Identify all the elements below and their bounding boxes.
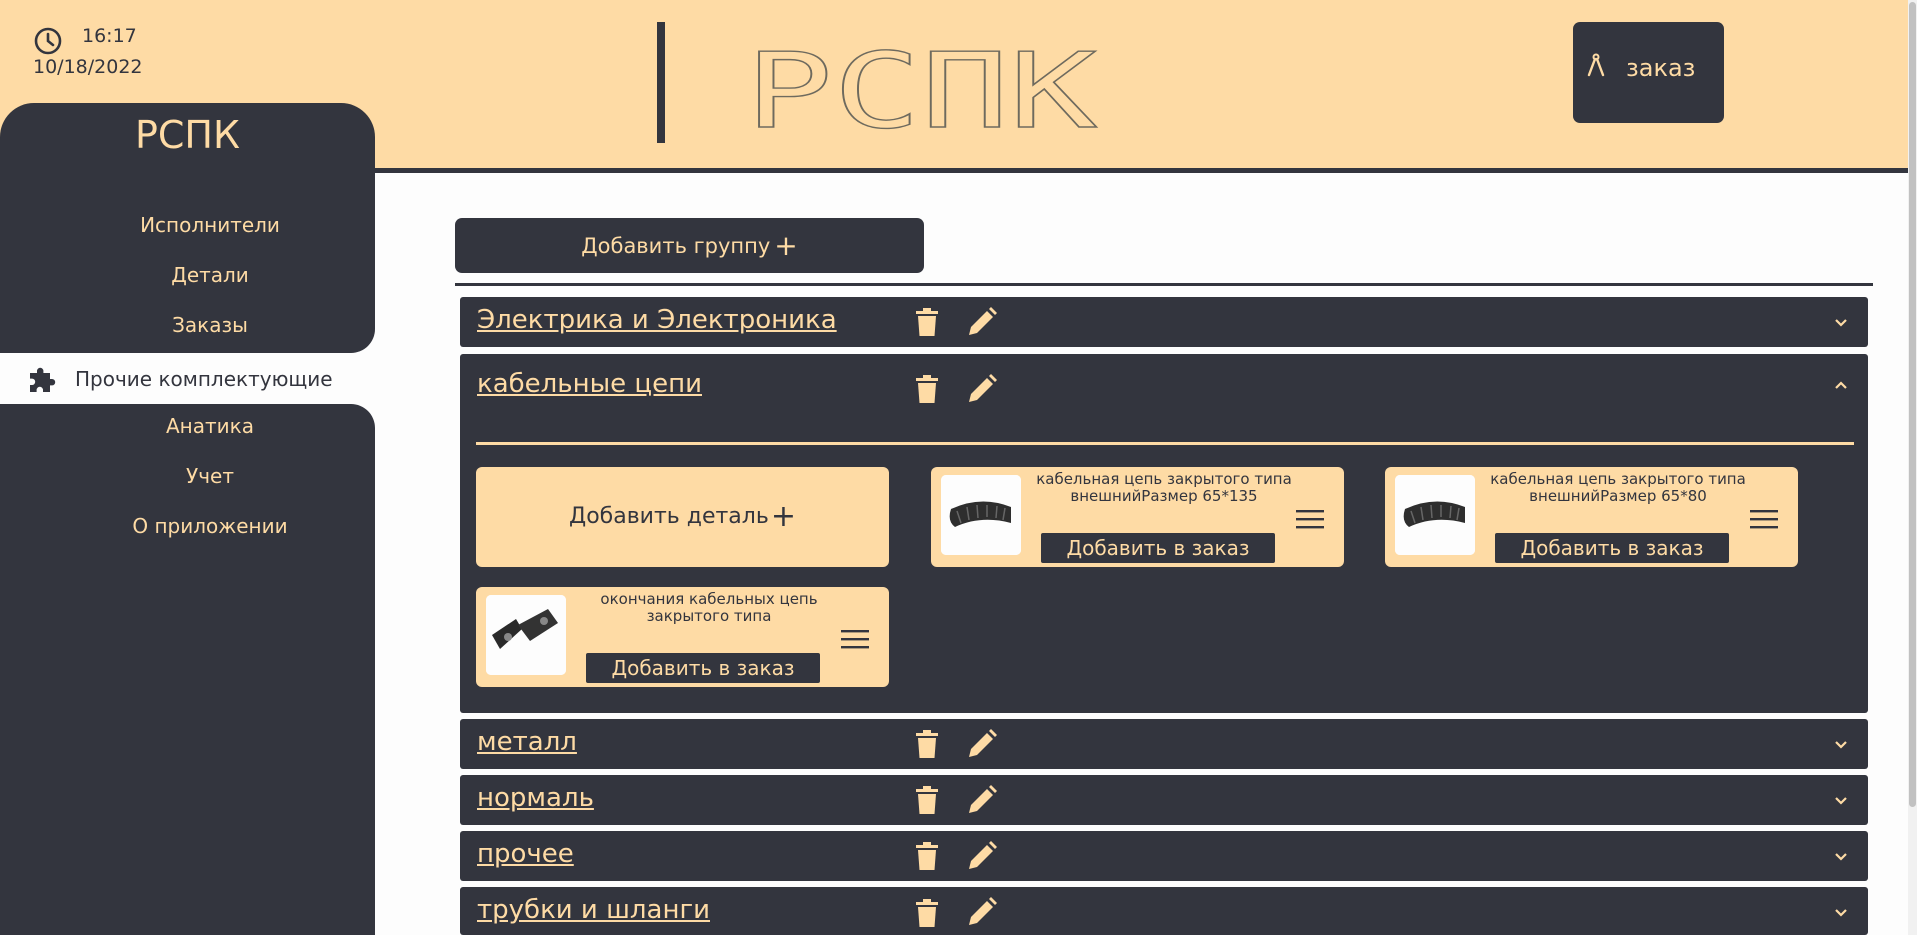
pencil-icon[interactable]	[966, 840, 998, 872]
hamburger-menu-icon[interactable]	[1750, 509, 1778, 529]
sidebar-item-accounting[interactable]: Учет	[0, 464, 420, 488]
sidebar-item-orders[interactable]: Заказы	[0, 313, 420, 337]
sidebar-brand: РСПК	[134, 113, 240, 157]
logo: РСПК	[745, 48, 1098, 132]
add-group-label: Добавить группу	[581, 234, 771, 258]
main-divider	[455, 283, 1873, 286]
sidebar-item-other-components[interactable]: Прочие комплектующие	[0, 356, 375, 402]
compass-icon	[1587, 53, 1605, 77]
pencil-icon[interactable]	[966, 784, 998, 816]
add-to-order-button[interactable]: Добавить в заказ	[1495, 533, 1729, 563]
chevron-down-icon[interactable]	[1833, 792, 1849, 808]
group-title[interactable]: Электрика и Электроника	[477, 305, 837, 335]
trash-icon[interactable]	[916, 730, 938, 758]
chevron-down-icon[interactable]	[1833, 314, 1849, 330]
pencil-icon[interactable]	[966, 306, 998, 338]
sidebar: РСПК Исполнители Детали Заказы Прочие ко…	[0, 103, 375, 935]
group-divider	[476, 442, 1854, 445]
pencil-icon[interactable]	[966, 896, 998, 928]
group-title[interactable]: трубки и шланги	[477, 895, 710, 925]
group-title[interactable]: кабельные цепи	[477, 369, 702, 399]
trash-icon[interactable]	[916, 375, 938, 403]
scrollbar-thumb[interactable]	[1909, 2, 1916, 807]
chevron-down-icon[interactable]	[1833, 736, 1849, 752]
trash-icon[interactable]	[916, 786, 938, 814]
group-normal: нормаль	[460, 775, 1868, 825]
trash-icon[interactable]	[916, 899, 938, 927]
add-group-button[interactable]: Добавить группу +	[455, 218, 924, 273]
group-tubes-hoses: трубки и шланги	[460, 887, 1868, 935]
chevron-down-icon[interactable]	[1833, 904, 1849, 920]
part-name: кабельная цепь закрытого типа внешнийРаз…	[1036, 471, 1292, 505]
group-other: прочее	[460, 831, 1868, 881]
add-to-order-button[interactable]: Добавить в заказ	[1041, 533, 1275, 563]
sidebar-item-label: Прочие комплектующие	[75, 367, 333, 391]
cable-chain-image	[941, 475, 1021, 555]
group-title[interactable]: прочее	[477, 839, 574, 869]
group-title[interactable]: нормаль	[477, 783, 594, 813]
chevron-up-icon[interactable]	[1833, 377, 1849, 393]
hamburger-menu-icon[interactable]	[1296, 509, 1324, 529]
logo-text: РСПК	[745, 48, 1098, 132]
order-button[interactable]: заказ	[1573, 22, 1724, 123]
part-card: окончания кабельных цепь закрытого типа …	[476, 587, 889, 687]
header-divider	[657, 22, 665, 143]
group-metal: металл	[460, 719, 1868, 769]
group-electrics: Электрика и Электроника	[460, 297, 1868, 347]
sidebar-item-executors[interactable]: Исполнители	[0, 213, 420, 237]
sidebar-item-details[interactable]: Детали	[0, 263, 420, 287]
part-card: кабельная цепь закрытого типа внешнийРаз…	[931, 467, 1344, 567]
group-title[interactable]: металл	[477, 727, 577, 757]
clock-icon	[34, 27, 62, 55]
puzzle-icon	[30, 367, 56, 392]
cable-chain-image	[1395, 475, 1475, 555]
pencil-icon[interactable]	[966, 373, 998, 405]
current-date: 10/18/2022	[33, 56, 143, 78]
part-name: кабельная цепь закрытого типа внешнийРаз…	[1490, 471, 1746, 505]
order-button-label: заказ	[1626, 54, 1696, 82]
hamburger-menu-icon[interactable]	[841, 629, 869, 649]
trash-icon[interactable]	[916, 308, 938, 336]
scrollbar[interactable]	[1908, 0, 1917, 935]
sidebar-item-analytics[interactable]: Анатика	[0, 414, 420, 438]
chain-end-image	[486, 595, 566, 675]
trash-icon[interactable]	[916, 842, 938, 870]
add-detail-button[interactable]: Добавить деталь+	[476, 467, 889, 567]
current-time: 16:17	[82, 25, 137, 47]
part-name: окончания кабельных цепь закрытого типа	[600, 591, 818, 625]
pencil-icon[interactable]	[966, 728, 998, 760]
add-to-order-button[interactable]: Добавить в заказ	[586, 653, 820, 683]
sidebar-item-about[interactable]: О приложении	[0, 514, 420, 538]
chevron-down-icon[interactable]	[1833, 848, 1849, 864]
part-card: кабельная цепь закрытого типа внешнийРаз…	[1385, 467, 1798, 567]
plus-icon: +	[774, 229, 798, 262]
group-cable-chains: кабельные цепи Добавить деталь+ кабельна…	[460, 354, 1868, 713]
plus-icon: +	[770, 499, 796, 534]
add-detail-label: Добавить деталь	[569, 504, 769, 529]
